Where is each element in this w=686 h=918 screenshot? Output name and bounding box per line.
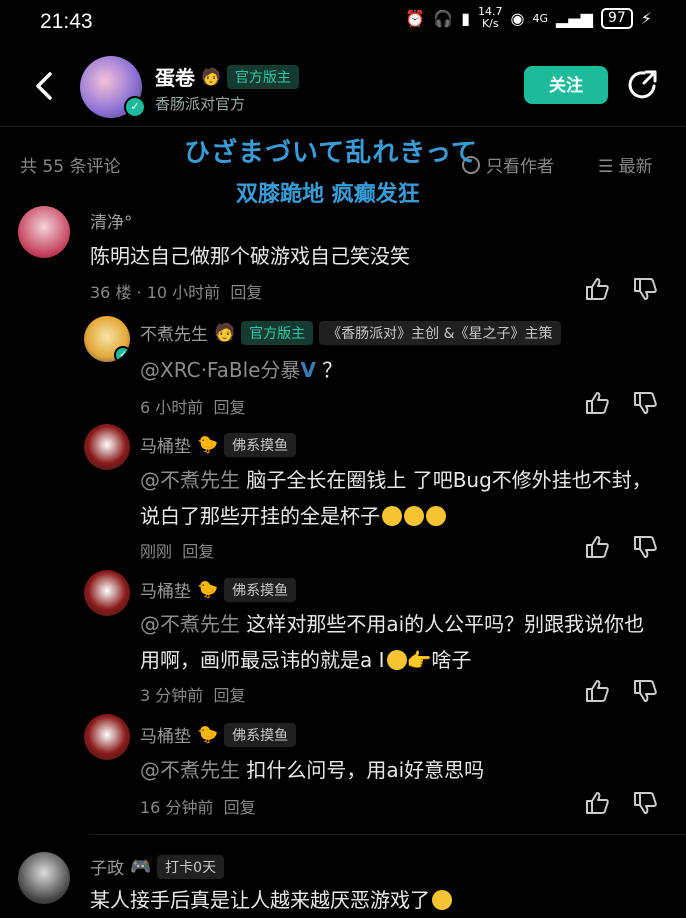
battery-level: 97 bbox=[600, 7, 633, 29]
reply-author-row: 不煮先生 🧑 官方版主 《香肠派对》主创 &《星之子》主策 bbox=[140, 320, 561, 345]
mention[interactable]: @不煮先生 bbox=[140, 468, 240, 492]
comment-text: 陈明达自己做那个破游戏自己笑没笑 bbox=[90, 244, 410, 268]
comment-text: @不煮先生 脑子全长在圈钱上 了吧Bug不修外挂也不封，说白了那些开挂的全是杯子 bbox=[140, 468, 652, 528]
rofl-emoji-icon bbox=[386, 650, 407, 670]
avatar[interactable] bbox=[84, 714, 130, 760]
like-icon[interactable] bbox=[584, 790, 610, 816]
comment-meta: 3 分钟前 回复 bbox=[140, 686, 246, 705]
author-subtitle: 香肠派对官方 bbox=[155, 95, 246, 113]
headphones-icon: 🎧 bbox=[433, 8, 454, 28]
like-icon[interactable] bbox=[584, 534, 610, 560]
dislike-icon[interactable] bbox=[632, 390, 658, 416]
comment-author[interactable]: 马桶垫 bbox=[140, 577, 191, 602]
mention-emoji: V bbox=[300, 358, 316, 382]
level-icon: 🐤 bbox=[197, 434, 219, 455]
thinking-emoji-icon bbox=[432, 890, 452, 910]
reply-button[interactable]: 回复 bbox=[224, 798, 256, 817]
like-icon[interactable] bbox=[584, 276, 610, 302]
back-icon[interactable] bbox=[30, 66, 60, 106]
net-speed: 14.7 K/s bbox=[478, 5, 503, 30]
mention[interactable]: @不煮先生 bbox=[140, 612, 240, 636]
alarm-icon: ⏰ bbox=[405, 8, 426, 28]
dislike-icon[interactable] bbox=[632, 790, 658, 816]
user-tag: 佛系摸鱼 bbox=[224, 577, 297, 602]
mention[interactable]: @不煮先生 bbox=[140, 758, 240, 782]
sort-icon: ☰ bbox=[598, 157, 614, 177]
rofl-emoji-icon bbox=[382, 506, 402, 526]
moderator-badge: 官方版主 bbox=[241, 320, 314, 345]
avatar[interactable] bbox=[18, 206, 70, 258]
user-tag: 打卡0天 bbox=[157, 854, 225, 879]
comment-text: @不煮先生 这样对那些不用ai的人公平吗？别跟我说你也用啊，画师最忌讳的就是a … bbox=[140, 612, 645, 672]
comment-meta: 6 小时前 回复 bbox=[140, 398, 246, 417]
divider bbox=[90, 834, 686, 835]
rofl-emoji-icon bbox=[404, 506, 424, 526]
signal-icon: ▂▄▆ bbox=[556, 8, 593, 28]
pointing-hand-icon: 👉 bbox=[406, 648, 432, 672]
dislike-icon[interactable] bbox=[632, 678, 658, 704]
comment-meta: 36 楼 · 10 小时前 回复 bbox=[90, 283, 263, 302]
avatar[interactable] bbox=[84, 424, 130, 470]
comment-text: @不煮先生 扣什么问号，用ai好意思吗 bbox=[140, 758, 485, 782]
comment-author[interactable]: 马桶垫 bbox=[140, 722, 191, 747]
network-type: 4G bbox=[532, 11, 549, 25]
reply-author-row: 马桶垫 🐤 佛系摸鱼 bbox=[140, 577, 297, 602]
comment-text: 某人接手后真是让人越来越厌恶游戏了 bbox=[90, 882, 660, 918]
avatar[interactable]: ✓ bbox=[84, 316, 130, 362]
avatar[interactable] bbox=[18, 852, 70, 904]
comment-meta: 16 分钟前 回复 bbox=[140, 798, 256, 817]
game-controller-icon: 🎮 bbox=[130, 856, 152, 877]
reply-button[interactable]: 回复 bbox=[213, 398, 245, 417]
charging-icon: ⚡ bbox=[640, 8, 652, 28]
overlay-caption-cn: 双膝跪地 疯癫发狂 bbox=[236, 182, 420, 207]
overlay-caption-jp: ひざまづいて乱れきって bbox=[184, 138, 478, 168]
user-tag: 佛系摸鱼 bbox=[224, 432, 297, 457]
reply-button[interactable]: 回复 bbox=[230, 283, 262, 302]
avatar[interactable] bbox=[84, 570, 130, 616]
level-icon: 🧑 bbox=[214, 322, 236, 343]
level-icon: 🐤 bbox=[197, 724, 219, 745]
hotspot-icon: ◉ bbox=[510, 8, 525, 28]
comment-author[interactable]: 不煮先生 bbox=[140, 320, 208, 345]
mention[interactable]: @XRC·FaBle分暴 bbox=[140, 358, 300, 382]
dislike-icon[interactable] bbox=[632, 534, 658, 560]
reply-author-row: 马桶垫 🐤 佛系摸鱼 bbox=[140, 432, 297, 457]
like-icon[interactable] bbox=[584, 678, 610, 704]
author-title: 《香肠派对》主创 &《星之子》主策 bbox=[319, 320, 561, 345]
comment-author[interactable]: 清净° bbox=[90, 208, 133, 233]
battery-saver-icon: ▮ bbox=[461, 8, 471, 28]
author-avatar[interactable]: ✓ bbox=[80, 56, 146, 118]
verified-icon: ✓ bbox=[124, 96, 146, 118]
comment-count: 共 55 条评论 bbox=[20, 157, 121, 177]
level-icon: 🐤 bbox=[197, 579, 219, 600]
comment-meta: 刚刚 回复 bbox=[140, 542, 215, 561]
comment-author[interactable]: 马桶垫 bbox=[140, 432, 191, 457]
dislike-icon[interactable] bbox=[632, 276, 658, 302]
reply-author-row: 马桶垫 🐤 佛系摸鱼 bbox=[140, 722, 297, 747]
follow-button[interactable]: 关注 bbox=[524, 66, 608, 104]
mascot-icon: 🧑 bbox=[201, 67, 221, 86]
verified-icon: ✓ bbox=[114, 346, 130, 362]
comment-author[interactable]: 子政 bbox=[90, 854, 124, 879]
divider bbox=[0, 126, 686, 127]
reply-button[interactable]: 回复 bbox=[182, 542, 214, 561]
share-icon[interactable] bbox=[626, 68, 660, 102]
reply-button[interactable]: 回复 bbox=[213, 686, 245, 705]
like-icon[interactable] bbox=[584, 390, 610, 416]
comment-text: @XRC·FaBle分暴V ？ bbox=[140, 358, 343, 382]
sort-button[interactable]: ☰ 最新 bbox=[598, 152, 653, 177]
comment-author-row: 子政 🎮 打卡0天 bbox=[90, 854, 225, 879]
clock: 21:43 bbox=[40, 10, 93, 33]
user-tag: 佛系摸鱼 bbox=[224, 722, 297, 747]
moderator-badge: 官方版主 bbox=[226, 64, 299, 89]
author-name[interactable]: 蛋卷 🧑 官方版主 bbox=[155, 62, 299, 91]
status-bar: 21:43 ⏰ 🎧 ▮ 14.7 K/s ◉ 4G ▂▄▆ 97 ⚡ bbox=[0, 0, 686, 48]
status-icons: ⏰ 🎧 ▮ 14.7 K/s ◉ 4G ▂▄▆ 97 ⚡ bbox=[405, 6, 652, 30]
rofl-emoji-icon bbox=[426, 506, 446, 526]
